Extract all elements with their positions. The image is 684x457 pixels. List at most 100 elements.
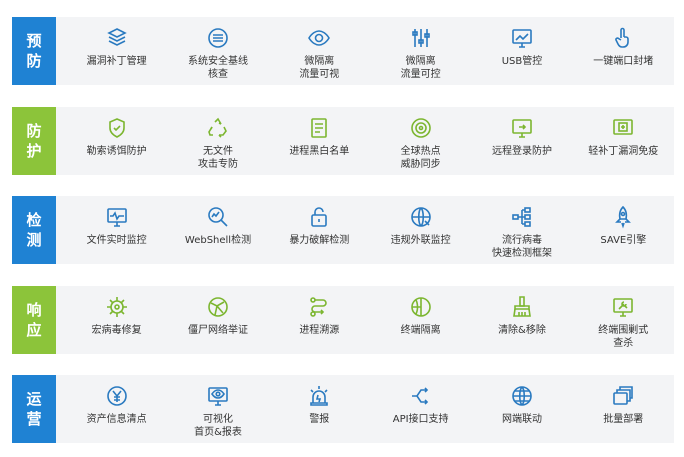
monitor-pulse-icon [105, 205, 129, 229]
feature-label: 终端隔离 [400, 325, 441, 336]
label-char: 应 [26, 321, 42, 339]
feature-item[interactable]: 进程黑白名单 [269, 107, 370, 175]
feature-item[interactable]: 批量部署 [573, 375, 674, 443]
feature-label: 网端联动 [501, 414, 542, 425]
feature-item[interactable]: 微隔离 流量可控 [370, 17, 471, 85]
api-arrows-icon [409, 384, 433, 408]
process-trace-icon [307, 295, 331, 319]
feature-label: 终端围剿式 查杀 [598, 325, 649, 349]
feature-item[interactable]: 可视化 首页&报表 [167, 375, 268, 443]
feature-item[interactable]: 资产信息清点 [66, 375, 167, 443]
row-items: 勒索诱饵防护 无文件 攻击专防 进程黑白名单 全球热点 威胁同步 远程登录防护 轻补… [66, 107, 674, 175]
recycle-icon [206, 116, 230, 140]
network-tree-icon [510, 205, 534, 229]
feature-item[interactable]: 网端联动 [471, 375, 572, 443]
feature-label: SAVE引擎 [600, 235, 647, 246]
alarm-light-icon [307, 384, 331, 408]
row-protect: 防 护 勒索诱饵防护 无文件 攻击专防 进程黑白名单 全球热点 威胁同步 远程登录防… [12, 107, 674, 175]
feature-item[interactable]: 远程登录防护 [471, 107, 572, 175]
feature-label: 系统安全基线 核查 [187, 56, 248, 80]
feature-label: 暴力破解检测 [289, 235, 350, 246]
feature-label: 漏洞补丁管理 [86, 56, 147, 67]
feature-label: 警报 [309, 414, 330, 425]
feature-item[interactable]: 暴力破解检测 [269, 196, 370, 264]
feature-item[interactable]: 轻补丁漏洞免疫 [573, 107, 674, 175]
stacked-windows-icon [611, 384, 635, 408]
feature-label: USB管控 [501, 56, 543, 67]
feature-label: 清除&移除 [498, 325, 546, 336]
feature-label: 违规外联监控 [390, 235, 451, 246]
feature-item[interactable]: 僵尸网络举证 [167, 286, 268, 354]
feature-item[interactable]: 微隔离 流量可视 [269, 17, 370, 85]
feature-label: 批量部署 [603, 414, 644, 425]
feature-label: 勒索诱饵防护 [86, 146, 147, 157]
feature-label: 宏病毒修复 [91, 325, 142, 336]
row-label-prevent: 预 防 [12, 17, 56, 85]
label-char: 护 [26, 142, 42, 160]
feature-label: 流行病毒 快速检测框架 [491, 235, 552, 259]
label-char: 营 [26, 410, 42, 428]
feature-item[interactable]: 宏病毒修复 [66, 286, 167, 354]
row-label-detect: 检 测 [12, 196, 56, 264]
row-label-respond: 响 应 [12, 286, 56, 354]
row-items: 漏洞补丁管理 系统安全基线 核查 微隔离 流量可视 微隔离 流量可控 USB管控 一键… [66, 17, 674, 85]
feature-item[interactable]: 终端围剿式 查杀 [573, 286, 674, 354]
row-label-operate: 运 营 [12, 375, 56, 443]
row-respond: 响 应 宏病毒修复 僵尸网络举证 进程溯源 终端隔离 清除&移除 终端围剿式 查杀 [12, 286, 674, 354]
feature-item[interactable]: 漏洞补丁管理 [66, 17, 167, 85]
remote-monitor-icon [510, 116, 534, 140]
feature-label: 远程登录防护 [491, 146, 552, 157]
gear-bug-icon [105, 295, 129, 319]
feature-label: 资产信息清点 [86, 414, 147, 425]
feature-label: 文件实时监控 [86, 235, 147, 246]
feature-item[interactable]: 一键端口封堵 [573, 17, 674, 85]
globe-network-icon [206, 295, 230, 319]
label-char: 防 [26, 122, 42, 140]
feature-item[interactable]: API接口支持 [370, 375, 471, 443]
feature-label: 一键端口封堵 [593, 56, 654, 67]
feature-label: API接口支持 [392, 414, 449, 425]
globe-isolate-icon [409, 295, 433, 319]
row-operate: 运 营 资产信息清点 可视化 首页&报表 警报 API接口支持 网端联动 批量部署 [12, 375, 674, 443]
feature-item[interactable]: 全球热点 威胁同步 [370, 107, 471, 175]
feature-item[interactable]: 警报 [269, 375, 370, 443]
feature-item[interactable]: 清除&移除 [471, 286, 572, 354]
globe-arrow-icon [409, 205, 433, 229]
monitor-eye-icon [206, 384, 230, 408]
monitor-tools-icon [611, 295, 635, 319]
feature-label: 微隔离 流量可控 [400, 56, 441, 80]
feature-item[interactable]: 系统安全基线 核查 [167, 17, 268, 85]
row-label-protect: 防 护 [12, 107, 56, 175]
label-char: 响 [26, 301, 42, 319]
hand-pointer-icon [611, 26, 635, 50]
feature-item[interactable]: WebShell检测 [167, 196, 268, 264]
feature-label: WebShell检测 [184, 235, 252, 246]
feature-item[interactable]: 文件实时监控 [66, 196, 167, 264]
label-char: 运 [26, 390, 42, 408]
feature-item[interactable]: 违规外联监控 [370, 196, 471, 264]
feature-item[interactable]: 勒索诱饵防护 [66, 107, 167, 175]
label-char: 检 [26, 211, 42, 229]
document-list-icon [307, 116, 331, 140]
row-items: 文件实时监控 WebShell检测 暴力破解检测 违规外联监控 流行病毒 快速检测… [66, 196, 674, 264]
feature-item[interactable]: 终端隔离 [370, 286, 471, 354]
label-char: 预 [26, 32, 42, 50]
feature-label: 无文件 攻击专防 [197, 146, 238, 170]
row-detect: 检 测 文件实时监控 WebShell检测 暴力破解检测 违规外联监控 流行病毒… [12, 196, 674, 264]
feature-item[interactable]: 进程溯源 [269, 286, 370, 354]
eye-icon [307, 26, 331, 50]
feature-item[interactable]: USB管控 [471, 17, 572, 85]
feature-label: 进程溯源 [299, 325, 340, 336]
feature-item[interactable]: 无文件 攻击专防 [167, 107, 268, 175]
shield-check-icon [105, 116, 129, 140]
padlock-icon [307, 205, 331, 229]
feature-label: 全球热点 威胁同步 [400, 146, 441, 170]
feature-item[interactable]: SAVE引擎 [573, 196, 674, 264]
rocket-icon [611, 205, 635, 229]
feature-label: 微隔离 流量可视 [299, 56, 340, 80]
broom-icon [510, 295, 534, 319]
globe-link-icon [510, 384, 534, 408]
feature-item[interactable]: 流行病毒 快速检测框架 [471, 196, 572, 264]
row-items: 宏病毒修复 僵尸网络举证 进程溯源 终端隔离 清除&移除 终端围剿式 查杀 [66, 286, 674, 354]
feature-label: 可视化 首页&报表 [194, 414, 242, 438]
